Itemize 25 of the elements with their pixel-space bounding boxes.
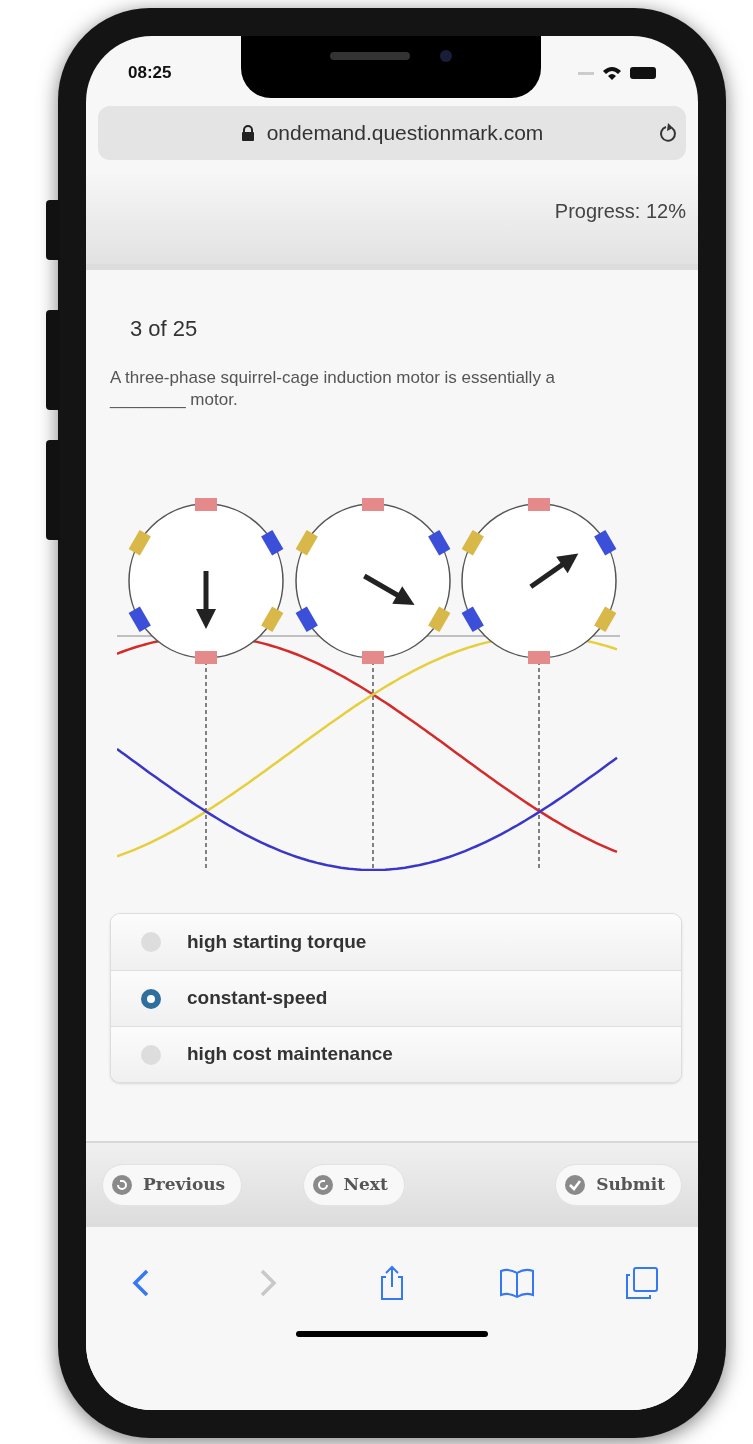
wifi-icon [602, 65, 622, 81]
address-bar[interactable]: ondemand.questionmark.com [98, 106, 686, 160]
answer-option[interactable]: constant-speed [111, 970, 681, 1026]
radio-button[interactable] [141, 932, 161, 952]
speaker-icon [330, 52, 410, 60]
url-text: ondemand.questionmark.com [266, 120, 544, 147]
progress-text: Progress: 12% [554, 199, 686, 224]
answer-option[interactable]: high cost maintenance [111, 1026, 681, 1082]
check-circle-icon [564, 1174, 587, 1196]
camera-icon [440, 50, 452, 62]
battery-icon [630, 67, 656, 79]
forward-circle-icon [311, 1174, 334, 1196]
radio-button[interactable] [141, 988, 161, 1009]
answer-option[interactable]: high starting torque [111, 914, 681, 970]
back-circle-icon [111, 1174, 133, 1196]
reload-icon[interactable] [658, 122, 678, 144]
signal-icon [578, 71, 594, 75]
radio-button[interactable] [141, 1044, 161, 1065]
previous-button[interactable]: Previous [102, 1164, 243, 1206]
lock-icon [240, 125, 255, 141]
question-counter: 3 of 25 [130, 315, 199, 343]
status-time: 08:25 [128, 62, 172, 85]
next-button[interactable]: Next [302, 1164, 405, 1206]
submit-button[interactable]: Submit [555, 1164, 682, 1206]
question-text: A three-phase squirrel-cage induction motor is essentially a ________ motor. [110, 367, 557, 411]
